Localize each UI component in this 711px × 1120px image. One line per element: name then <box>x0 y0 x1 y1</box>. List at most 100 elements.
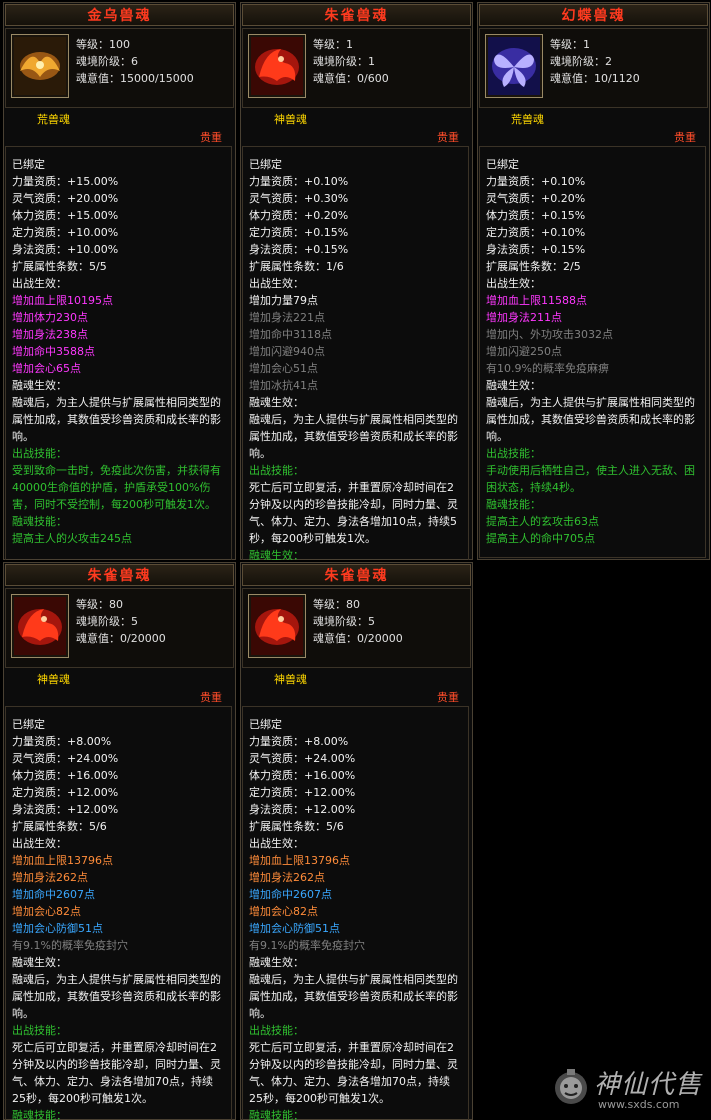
fuse-label: 融魂生效： <box>12 956 67 969</box>
vermilion-bird-icon[interactable] <box>248 34 306 98</box>
attr-line: 定力资质：+12.00% <box>249 786 356 799</box>
attr-line: 定力资质：+12.00% <box>12 786 119 799</box>
card-title: 金乌兽魂 <box>5 4 234 26</box>
watermark-url: www.sxds.com <box>598 1098 680 1111</box>
soul-card-huandie: 幻蝶兽魂 等级：1 魂境阶级：2 魂意值：10/1120 荒兽魂 贵重 已绑定 … <box>477 2 710 560</box>
card-stats: 等级：80 魂境阶级：5 魂意值：0/20000 <box>313 596 403 647</box>
ext-line: 增加命中2607点 <box>249 888 332 901</box>
soul-type: 神兽魂 <box>274 673 307 686</box>
attr-line: 体力资质：+0.15% <box>486 209 586 222</box>
skill-label: 出战技能： <box>486 447 541 460</box>
bound-status: 已绑定 <box>12 718 45 731</box>
ext-line: 增加内、外功攻击3032点 <box>486 328 613 341</box>
fuse-label: 融魂生效： <box>12 379 67 392</box>
level-text: 等级：80 <box>313 598 360 611</box>
tier-text: 魂境阶级：5 <box>76 615 138 628</box>
soul-type: 荒兽魂 <box>37 113 70 126</box>
bound-status: 已绑定 <box>12 158 45 171</box>
battle-effect-label: 出战生效： <box>12 277 67 290</box>
rarity-label: 贵重 <box>200 131 222 144</box>
fuse-skill-label: 融魂生效： <box>249 549 304 560</box>
bound-status: 已绑定 <box>249 718 282 731</box>
fuse-text: 融魂后，为主人提供与扩展属性相同类型的属性加成，其数值受珍兽资质和成长率的影响。 <box>249 973 458 1020</box>
ext-line: 增加会心82点 <box>249 905 318 918</box>
bound-status: 已绑定 <box>249 158 282 171</box>
watermark-text: 神仙代售 <box>594 1070 703 1100</box>
tier-text: 魂境阶级：2 <box>550 55 612 68</box>
vermilion-bird-icon[interactable] <box>11 594 69 658</box>
card-stats: 等级：80 魂境阶级：5 魂意值：0/20000 <box>76 596 166 647</box>
fuse-text: 融魂后，为主人提供与扩展属性相同类型的属性加成，其数值受珍兽资质和成长率的影响。 <box>486 396 695 443</box>
attr-line: 灵气资质：+0.30% <box>249 192 349 205</box>
soul-card-zhuque-3: 朱雀兽魂 等级：80 魂境阶级：5 魂意值：0/20000 神兽魂 贵重 已绑定… <box>240 562 473 1120</box>
rarity-label: 贵重 <box>437 691 459 704</box>
vermilion-bird-icon[interactable] <box>248 594 306 658</box>
battle-effect-label: 出战生效： <box>486 277 541 290</box>
level-text: 等级：1 <box>313 38 353 51</box>
ext-line: 增加命中3588点 <box>12 345 95 358</box>
card-detail: 已绑定 力量资质：+8.00% 灵气资质：+24.00% 体力资质：+16.00… <box>5 706 232 1120</box>
level-text: 等级：1 <box>550 38 590 51</box>
fuse-skill-label: 融魂技能： <box>12 1109 67 1120</box>
soul-value-text: 魂意值：15000/15000 <box>76 72 194 85</box>
level-text: 等级：100 <box>76 38 130 51</box>
card-detail: 已绑定 力量资质：+0.10% 灵气资质：+0.20% 体力资质：+0.15% … <box>479 146 706 558</box>
card-title: 幻蝶兽魂 <box>479 4 708 26</box>
attr-line: 灵气资质：+20.00% <box>12 192 119 205</box>
battle-effect-label: 出战生效： <box>249 277 304 290</box>
soul-value-text: 魂意值：0/600 <box>313 72 389 85</box>
watermark: 神仙代售 www.sxds.com <box>548 1058 706 1116</box>
soul-value-text: 魂意值：0/20000 <box>76 632 166 645</box>
soul-type: 荒兽魂 <box>511 113 544 126</box>
ext-line: 增加身法262点 <box>12 871 88 884</box>
attr-line: 灵气资质：+24.00% <box>12 752 119 765</box>
card-header: 等级：1 魂境阶级：2 魂意值：10/1120 <box>479 28 708 108</box>
ext-line: 增加会心防御51点 <box>12 922 103 935</box>
card-title: 朱雀兽魂 <box>242 564 471 586</box>
tier-text: 魂境阶级：6 <box>76 55 138 68</box>
butterfly-icon[interactable] <box>485 34 543 98</box>
level-text: 等级：80 <box>76 598 123 611</box>
soul-type: 神兽魂 <box>37 673 70 686</box>
ext-line: 增加会心防御51点 <box>249 922 340 935</box>
ext-line: 增加闪避940点 <box>249 345 325 358</box>
battle-effect-label: 出战生效： <box>249 837 304 850</box>
ext-line: 增加血上限13796点 <box>12 854 113 867</box>
fuse-text: 融魂后，为主人提供与扩展属性相同类型的属性加成，其数值受珍兽资质和成长率的影响。 <box>249 413 458 460</box>
ext-count: 扩展属性条数：2/5 <box>486 260 581 273</box>
soul-value-text: 魂意值：10/1120 <box>550 72 640 85</box>
tier-text: 魂境阶级：1 <box>313 55 375 68</box>
ext-line: 有9.1%的概率免疫封穴 <box>12 939 128 952</box>
ext-line: 增加血上限13796点 <box>249 854 350 867</box>
ext-line: 增加体力230点 <box>12 311 88 324</box>
ext-line: 有9.1%的概率免疫封穴 <box>249 939 365 952</box>
attr-line: 体力资质：+0.20% <box>249 209 349 222</box>
fuse-skill-label: 融魂技能： <box>486 498 541 511</box>
attr-line: 定力资质：+0.15% <box>249 226 349 239</box>
card-stats: 等级：1 魂境阶级：2 魂意值：10/1120 <box>550 36 640 87</box>
skill-text: 死亡后可立即复活，并重置原冷却时间在2分钟及以内的珍兽技能冷却，同时力量、灵气、… <box>249 481 458 545</box>
rarity-label: 贵重 <box>437 131 459 144</box>
card-detail: 已绑定 力量资质：+8.00% 灵气资质：+24.00% 体力资质：+16.00… <box>242 706 469 1120</box>
soul-card-zhuque-1: 朱雀兽魂 等级：1 魂境阶级：1 魂意值：0/600 神兽魂 贵重 已绑定 力量… <box>240 2 473 560</box>
soul-card-jinwu: 金乌兽魂 等级：100 魂境阶级：6 魂意值：15000/15000 荒兽魂 贵… <box>3 2 236 560</box>
fuse-skill-label: 融魂技能： <box>249 1109 304 1120</box>
skill-text: 手动使用后牺牲自己，使主人进入无敌、困困状态，持续4秒。 <box>486 464 695 494</box>
skill-text: 死亡后可立即复活，并重置原冷却时间在2分钟及以内的珍兽技能冷却，同时力量、灵气、… <box>12 1041 221 1105</box>
golden-bird-icon[interactable] <box>11 34 69 98</box>
ext-count: 扩展属性条数：5/6 <box>249 820 344 833</box>
attr-line: 定力资质：+0.10% <box>486 226 586 239</box>
fuse-text: 融魂后，为主人提供与扩展属性相同类型的属性加成，其数值受珍兽资质和成长率的影响。 <box>12 973 221 1020</box>
attr-line: 身法资质：+12.00% <box>249 803 356 816</box>
attr-line: 定力资质：+10.00% <box>12 226 119 239</box>
soul-card-zhuque-2: 朱雀兽魂 等级：80 魂境阶级：5 魂意值：0/20000 神兽魂 贵重 已绑定… <box>3 562 236 1120</box>
card-header: 等级：80 魂境阶级：5 魂意值：0/20000 <box>242 588 471 668</box>
card-header: 等级：80 魂境阶级：5 魂意值：0/20000 <box>5 588 234 668</box>
fuse-label: 融魂生效： <box>249 956 304 969</box>
ext-line: 增加身法211点 <box>486 311 562 324</box>
rarity-label: 贵重 <box>674 131 696 144</box>
soul-type: 神兽魂 <box>274 113 307 126</box>
card-detail: 已绑定 力量资质：+0.10% 灵气资质：+0.30% 体力资质：+0.20% … <box>242 146 469 560</box>
card-stats: 等级：1 魂境阶级：1 魂意值：0/600 <box>313 36 389 87</box>
attr-line: 身法资质：+10.00% <box>12 243 119 256</box>
